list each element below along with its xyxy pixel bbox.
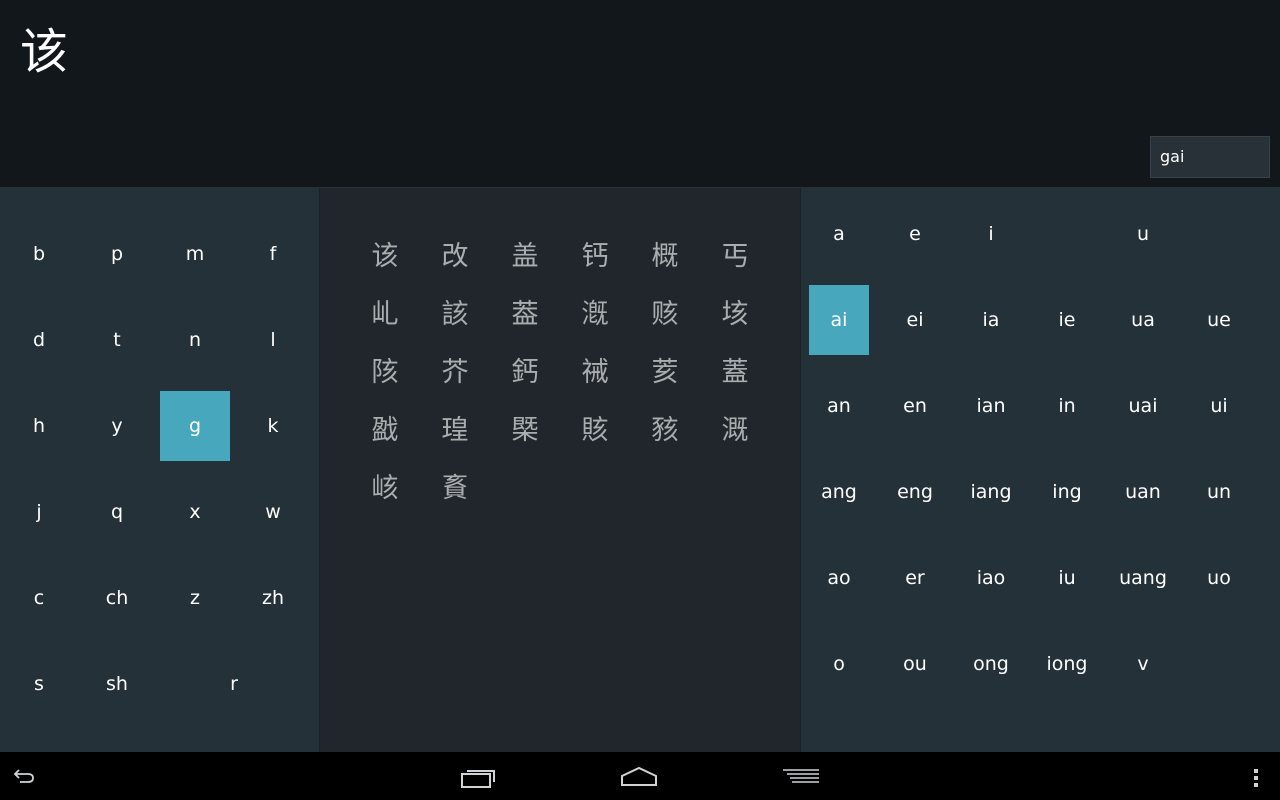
initial-x[interactable]: x	[160, 477, 230, 547]
final-iang[interactable]: iang	[961, 457, 1021, 527]
final-iao[interactable]: iao	[961, 543, 1021, 613]
final-en[interactable]: en	[885, 371, 945, 441]
character-option[interactable]: 賅	[565, 402, 625, 452]
final-e[interactable]: e	[885, 199, 945, 269]
final-ei[interactable]: ei	[885, 285, 945, 355]
final-o[interactable]: o	[809, 629, 869, 699]
initial-t[interactable]: t	[82, 305, 152, 375]
final-iu[interactable]: iu	[1037, 543, 1097, 613]
final-ong[interactable]: ong	[961, 629, 1021, 699]
final-ao[interactable]: ao	[809, 543, 869, 613]
selected-character: 该	[20, 24, 69, 80]
initial-l[interactable]: l	[238, 305, 308, 375]
initial-r[interactable]: r	[199, 649, 269, 719]
final-ia[interactable]: ia	[961, 285, 1021, 355]
character-option[interactable]: 钙	[565, 228, 625, 278]
final-eng[interactable]: eng	[885, 457, 945, 527]
final-er[interactable]: er	[885, 543, 945, 613]
final-ai[interactable]: ai	[809, 285, 869, 355]
character-option[interactable]: 赅	[635, 286, 695, 336]
character-option[interactable]: 槩	[495, 402, 555, 452]
initial-c[interactable]: c	[4, 563, 74, 633]
initial-f[interactable]: f	[238, 219, 308, 289]
overflow-menu-icon[interactable]	[1252, 768, 1260, 788]
menu-lines-icon[interactable]	[782, 768, 820, 786]
final-uan[interactable]: uan	[1113, 457, 1173, 527]
final-uo[interactable]: uo	[1189, 543, 1249, 613]
final-an[interactable]: an	[809, 371, 869, 441]
character-option[interactable]: 芥	[425, 344, 485, 394]
final-u[interactable]: u	[1113, 199, 1173, 269]
initial-w[interactable]: w	[238, 477, 308, 547]
character-option[interactable]: 豥	[635, 402, 695, 452]
back-icon[interactable]	[12, 766, 36, 786]
final-uang[interactable]: uang	[1113, 543, 1173, 613]
final-iong[interactable]: iong	[1037, 629, 1097, 699]
initial-b[interactable]: b	[4, 219, 74, 289]
initial-h[interactable]: h	[4, 391, 74, 461]
initial-d[interactable]: d	[4, 305, 74, 375]
character-option[interactable]: 蓋	[705, 344, 765, 394]
initial-j[interactable]: j	[4, 477, 74, 547]
home-icon[interactable]	[620, 766, 658, 788]
final-a[interactable]: a	[809, 199, 869, 269]
character-option[interactable]: 垓	[705, 286, 765, 336]
final-ua[interactable]: ua	[1113, 285, 1173, 355]
initial-s[interactable]: s	[4, 649, 74, 719]
final-ian[interactable]: ian	[961, 371, 1021, 441]
character-option[interactable]: 改	[425, 228, 485, 278]
final-un[interactable]: un	[1189, 457, 1249, 527]
final-uai[interactable]: uai	[1113, 371, 1173, 441]
character-option[interactable]: 戤	[355, 402, 415, 452]
character-option[interactable]: 漑	[565, 286, 625, 336]
final-ou[interactable]: ou	[885, 629, 945, 699]
character-option[interactable]: 溉	[705, 402, 765, 452]
initial-y[interactable]: y	[82, 391, 152, 461]
initial-n[interactable]: n	[160, 305, 230, 375]
initial-g[interactable]: g	[160, 391, 230, 461]
character-option[interactable]: 概	[635, 228, 695, 278]
initial-zh[interactable]: zh	[238, 563, 308, 633]
character-option[interactable]: 乢	[355, 286, 415, 336]
character-option[interactable]: 峐	[355, 460, 415, 510]
final-i[interactable]: i	[961, 199, 1021, 269]
initial-k[interactable]: k	[238, 391, 308, 461]
character-option[interactable]: 賌	[425, 460, 485, 510]
initial-q[interactable]: q	[82, 477, 152, 547]
character-option[interactable]: 陔	[355, 344, 415, 394]
final-in[interactable]: in	[1037, 371, 1097, 441]
finals-panel: a e i u ai ei ia ie ua ue an en ian in uai ui ang eng iang…	[800, 188, 1280, 752]
final-ang[interactable]: ang	[809, 457, 869, 527]
initial-p[interactable]: p	[82, 219, 152, 289]
initial-m[interactable]: m	[160, 219, 230, 289]
recent-apps-icon[interactable]	[460, 767, 496, 789]
character-option[interactable]: 瑝	[425, 402, 485, 452]
character-option[interactable]: 葢	[495, 286, 555, 336]
character-option[interactable]: 該	[425, 286, 485, 336]
pinyin-display[interactable]: gai	[1150, 136, 1270, 178]
character-option[interactable]: 丐	[705, 228, 765, 278]
initial-ch[interactable]: ch	[82, 563, 152, 633]
initial-z[interactable]: z	[160, 563, 230, 633]
character-option[interactable]: 祴	[565, 344, 625, 394]
character-option[interactable]: 盖	[495, 228, 555, 278]
final-ing[interactable]: ing	[1037, 457, 1097, 527]
final-ui[interactable]: ui	[1189, 371, 1249, 441]
initial-sh[interactable]: sh	[82, 649, 152, 719]
final-ie[interactable]: ie	[1037, 285, 1097, 355]
final-v[interactable]: v	[1113, 629, 1173, 699]
characters-panel: 该改盖钙概丐乢該葢漑赅垓陔芥鈣祴荄蓋戤瑝槩賅豥溉峐賌	[320, 188, 800, 752]
character-option[interactable]: 荄	[635, 344, 695, 394]
character-option[interactable]: 该	[355, 228, 415, 278]
header: 该 gai	[0, 0, 1280, 188]
initials-panel: b p m f d t n l h y g k j q x w c ch z zh s sh r	[0, 188, 320, 752]
navigation-bar	[0, 752, 1280, 800]
character-option[interactable]: 鈣	[495, 344, 555, 394]
final-ue[interactable]: ue	[1189, 285, 1249, 355]
